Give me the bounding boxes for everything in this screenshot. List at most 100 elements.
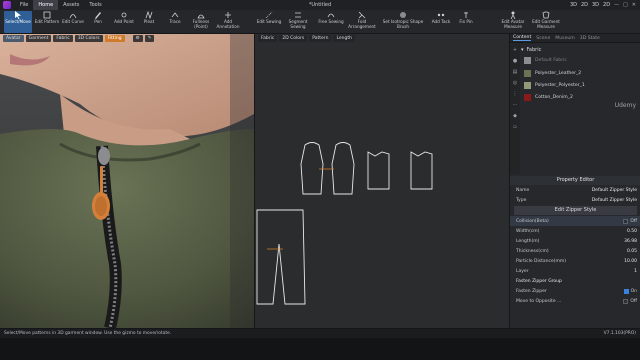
tool-fullness[interactable]: Fullness (Point) bbox=[190, 11, 212, 33]
tool-edit-avatar-measure[interactable]: Edit Avatar Measure bbox=[498, 11, 528, 33]
fitting-toggle[interactable]: Fitting bbox=[104, 35, 125, 42]
close-icon[interactable]: ✕ bbox=[632, 2, 636, 8]
status-bar: Select/Move patterns in 3D garment windo… bbox=[0, 328, 640, 338]
toggle-state: Off bbox=[630, 218, 637, 224]
menu-home[interactable]: Home bbox=[33, 0, 59, 10]
trim-icon[interactable]: ◆ bbox=[512, 113, 518, 119]
collision-toggle[interactable]: Off bbox=[623, 218, 637, 224]
tool-label: Edit Garment Measure bbox=[532, 19, 560, 29]
collapse-icon[interactable]: ▾ bbox=[521, 47, 524, 53]
fasten-zipper-group-header[interactable]: Fasten Zipper Group bbox=[510, 276, 640, 286]
move-to-opposite-toggle[interactable]: Off bbox=[623, 298, 637, 304]
tab-3d-state[interactable]: 3D State bbox=[580, 36, 600, 41]
fasten-zipper-toggle[interactable]: On bbox=[623, 288, 637, 294]
side-icon-column: + ● ▤ ◎ ⋮ ⋯ ◆ ▫ bbox=[510, 44, 520, 174]
tool-edit-sewing[interactable]: Edit Sewing bbox=[256, 11, 282, 33]
prop-value[interactable]: 0.50 bbox=[627, 229, 637, 234]
prop-label: Move to Opposite ... bbox=[516, 298, 562, 304]
length-toggle[interactable]: Length bbox=[333, 35, 355, 42]
tool-edit-pattern[interactable]: Edit Pattern bbox=[34, 11, 60, 33]
fabric-icon[interactable]: ▤ bbox=[512, 69, 518, 75]
fabric-item[interactable]: Default Fabric bbox=[524, 55, 634, 66]
pattern-canvas bbox=[256, 142, 433, 305]
udemy-watermark: Udemy bbox=[614, 102, 636, 109]
mode-3d[interactable]: 3D bbox=[570, 2, 577, 8]
tool-set-isotropic[interactable]: Set Isotropic Shape Brush bbox=[378, 11, 428, 33]
status-message: Select/Move patterns in 3D garment windo… bbox=[4, 331, 172, 336]
2d-pattern-window[interactable]: Fabric 2D Colors Pattern Length bbox=[254, 34, 509, 328]
tool-fold-arrangement[interactable]: Fold Arrangement bbox=[348, 11, 376, 33]
settings-icon[interactable]: ⚙ bbox=[132, 35, 143, 42]
property-editor: Property Editor Name Default Zipper Styl… bbox=[510, 176, 640, 328]
avatar-toggle[interactable]: Avatar bbox=[3, 35, 24, 42]
menu-tools[interactable]: Tools bbox=[84, 0, 106, 10]
tool-add-tack[interactable]: Add Tack bbox=[430, 11, 452, 33]
tool-trace[interactable]: Trace bbox=[166, 11, 184, 33]
property-row: Fasten Zipper On bbox=[510, 286, 640, 296]
property-row: Width(cm) 0.50 bbox=[510, 226, 640, 236]
curve-icon bbox=[69, 11, 78, 19]
mode-3d-2[interactable]: 3D bbox=[592, 2, 599, 8]
prop-value[interactable]: 0.05 bbox=[627, 249, 637, 254]
fabric-2d-toggle[interactable]: Fabric bbox=[258, 35, 278, 42]
3d-colors-toggle[interactable]: 3D Colors bbox=[74, 35, 103, 42]
fabric-list-header: ▾ Fabric bbox=[521, 45, 639, 54]
prop-label: Layer bbox=[516, 268, 529, 274]
delete-icon[interactable]: ▫ bbox=[512, 124, 518, 130]
tool-add-point[interactable]: Add Point bbox=[112, 11, 136, 33]
add-icon[interactable]: + bbox=[512, 47, 518, 53]
brush-toggle-icon[interactable]: ✎ bbox=[144, 35, 155, 42]
tab-museum[interactable]: Museum bbox=[555, 36, 574, 41]
tab-content[interactable]: Content bbox=[513, 35, 532, 41]
tool-label: Fold Arrangement bbox=[348, 19, 376, 29]
property-type-row: Type Default Zipper Style bbox=[510, 195, 640, 205]
tool-select-move[interactable]: Select/Move bbox=[4, 11, 32, 33]
pattern-toggle[interactable]: Pattern bbox=[309, 35, 332, 42]
tool-pleat[interactable]: Pleat bbox=[140, 11, 158, 33]
property-row: Length(m) 36.98 bbox=[510, 236, 640, 246]
zipper-icon[interactable]: ⋯ bbox=[512, 102, 518, 108]
tool-fix-pin[interactable]: Fix Pin bbox=[456, 11, 476, 33]
edit-zipper-style-button[interactable]: Edit Zipper Style bbox=[514, 206, 637, 215]
garment-toggle[interactable]: Garment bbox=[25, 35, 52, 42]
property-row: Layer 1 bbox=[510, 266, 640, 276]
view-mode-switch: 3D 2D 3D 2D — □ ✕ bbox=[570, 0, 636, 10]
fabric-toggle[interactable]: Fabric bbox=[53, 35, 73, 42]
3d-garment-window[interactable]: Avatar Garment Fabric 3D Colors Fitting … bbox=[0, 34, 254, 328]
prop-value[interactable]: 10.00 bbox=[624, 259, 637, 264]
prop-label: Fasten Zipper bbox=[516, 288, 547, 294]
minimize-icon[interactable]: — bbox=[614, 2, 619, 8]
fold-icon bbox=[358, 11, 367, 19]
tab-scene[interactable]: Scene bbox=[536, 36, 550, 41]
tool-edit-curve[interactable]: Edit Curve bbox=[61, 11, 85, 33]
tool-add-annotation[interactable]: Add Annotation bbox=[214, 11, 242, 33]
tool-pen[interactable]: Pen bbox=[90, 11, 106, 33]
fabric-swatch bbox=[524, 94, 531, 101]
add-point-icon bbox=[120, 11, 129, 19]
tool-label: Add Point bbox=[114, 19, 134, 24]
menu-assets[interactable]: Assets bbox=[58, 0, 84, 10]
fabric-name: Polyester_Leather_2 bbox=[535, 71, 582, 76]
tool-segment-sewing[interactable]: Segment Sewing bbox=[286, 11, 310, 33]
prop-type-value[interactable]: Default Zipper Style bbox=[592, 198, 637, 203]
property-row: Particle Distance(mm) 10.00 bbox=[510, 256, 640, 266]
tool-edit-garment-measure[interactable]: Edit Garment Measure bbox=[530, 11, 562, 33]
fabric-item[interactable]: Polyester_Polyester_1 bbox=[524, 80, 634, 91]
property-editor-title: Property Editor bbox=[510, 176, 640, 185]
tool-free-sewing[interactable]: Free Sewing bbox=[318, 11, 344, 33]
mode-2d[interactable]: 2D bbox=[581, 2, 588, 8]
annotation-icon bbox=[224, 11, 233, 19]
topstitch-icon[interactable]: ⋮ bbox=[512, 91, 518, 97]
button-icon[interactable]: ◎ bbox=[512, 80, 518, 86]
menu-file[interactable]: File bbox=[15, 0, 33, 10]
garment-measure-icon bbox=[542, 11, 551, 19]
prop-value[interactable]: 36.98 bbox=[624, 239, 637, 244]
mode-2d-2[interactable]: 2D bbox=[603, 2, 610, 8]
property-row: Thickness(cm) 0.05 bbox=[510, 246, 640, 256]
fabric-item[interactable]: Polyester_Leather_2 bbox=[524, 68, 634, 79]
maximize-icon[interactable]: □ bbox=[623, 2, 628, 8]
avatar-icon[interactable]: ● bbox=[512, 58, 518, 64]
prop-name-value[interactable]: Default Zipper Style bbox=[592, 188, 637, 193]
2d-colors-toggle[interactable]: 2D Colors bbox=[279, 35, 308, 42]
prop-value[interactable]: 1 bbox=[634, 269, 637, 274]
